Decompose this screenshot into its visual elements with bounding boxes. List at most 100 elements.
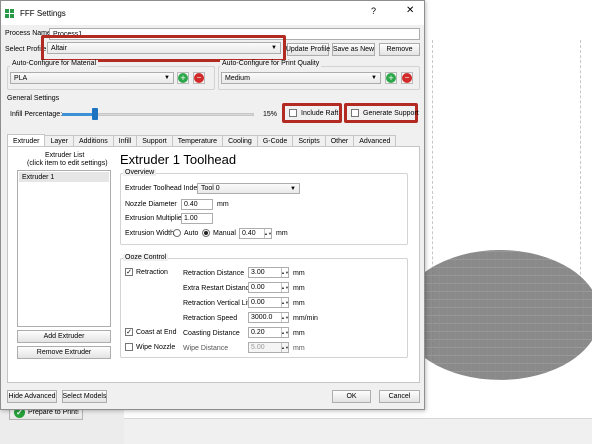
retraction-speed-input[interactable]: 3000.0 ▲▼: [248, 312, 289, 323]
extrusion-multiplier-value: 1.00: [184, 215, 198, 222]
nozzle-diameter-unit: mm: [217, 201, 229, 208]
extrusion-width-input[interactable]: 0.40 ▲▼: [239, 228, 272, 239]
wipe-nozzle-checkbox[interactable]: Wipe Nozzle: [125, 343, 175, 351]
plus-icon: +: [178, 73, 188, 83]
dialog-titlebar: FFF Settings ? ✕: [1, 1, 424, 25]
toolhead-heading: Extruder 1 Toolhead: [120, 152, 237, 167]
spinner-arrows-icon[interactable]: ▲▼: [281, 283, 289, 292]
wipe-distance-label: Wipe Distance: [183, 345, 229, 352]
add-material-button[interactable]: +: [177, 72, 189, 84]
spinner-arrows-icon[interactable]: ▲▼: [281, 313, 289, 322]
status-bar: [124, 418, 592, 444]
extrusion-width-auto-label: Auto: [184, 229, 199, 237]
wipe-distance-unit: mm: [293, 345, 305, 352]
chevron-down-icon: ▼: [290, 185, 296, 192]
extrusion-multiplier-label: Extrusion Multiplier: [125, 215, 185, 222]
add-extruder-button[interactable]: Add Extruder: [17, 330, 111, 343]
select-profile-dropdown[interactable]: Altair ▼: [47, 42, 281, 54]
vertical-lift-label: Retraction Vertical Lift: [183, 300, 252, 307]
remove-profile-button[interactable]: Remove: [379, 43, 420, 56]
select-models-button[interactable]: Select Models: [62, 390, 107, 403]
checkbox-icon: [125, 343, 133, 351]
wipe-distance-input: 5.00 ▲▼: [248, 342, 289, 353]
ok-button[interactable]: OK: [332, 390, 371, 403]
save-as-new-button[interactable]: Save as New: [332, 43, 375, 56]
retraction-label: Retraction: [136, 268, 168, 276]
extrusion-width-unit: mm: [276, 230, 288, 237]
coasting-distance-label: Coasting Distance: [183, 330, 240, 337]
retraction-distance-value: 3.00: [251, 269, 265, 276]
close-icon[interactable]: ✕: [406, 5, 414, 16]
spinner-arrows-icon[interactable]: ▲▼: [281, 328, 289, 337]
extrusion-width-manual-radio[interactable]: Manual: [202, 229, 236, 237]
infill-slider-handle[interactable]: [92, 108, 98, 120]
list-item[interactable]: Extruder 1: [19, 172, 109, 182]
vertical-lift-value: 0.00: [251, 299, 265, 306]
hide-advanced-button[interactable]: Hide Advanced: [7, 390, 57, 403]
nozzle-diameter-value: 0.40: [184, 201, 198, 208]
retraction-speed-label: Retraction Speed: [183, 315, 238, 322]
toolhead-index-label: Extruder Toolhead Index: [125, 185, 201, 192]
nozzle-diameter-input[interactable]: 0.40: [181, 199, 213, 210]
spinner-arrows-icon[interactable]: ▲▼: [281, 298, 289, 307]
coast-at-end-checkbox[interactable]: ✓ Coast at End: [125, 328, 176, 336]
chevron-down-icon: ▼: [164, 75, 170, 81]
quality-dropdown[interactable]: Medium ▼: [221, 72, 381, 84]
extrusion-width-auto-radio[interactable]: Auto: [173, 229, 198, 237]
overview-title: Overview: [123, 169, 157, 176]
remove-quality-button[interactable]: −: [401, 72, 413, 84]
general-settings-title: General Settings: [7, 95, 60, 102]
retraction-distance-input[interactable]: 3.00 ▲▼: [248, 267, 289, 278]
print-bed-grid: [400, 250, 592, 380]
vertical-lift-input[interactable]: 0.00 ▲▼: [248, 297, 289, 308]
extrusion-multiplier-input[interactable]: 1.00: [181, 213, 213, 224]
checkbox-icon: [289, 109, 297, 117]
extrusion-width-label: Extrusion Width: [125, 230, 175, 237]
include-raft-label: Include Raft: [301, 109, 339, 117]
checkbox-checked-icon: ✓: [125, 268, 133, 276]
select-profile-value: Altair: [51, 44, 67, 52]
toolhead-index-dropdown[interactable]: Tool 0 ▼: [197, 183, 300, 194]
coasting-distance-input[interactable]: 0.20 ▲▼: [248, 327, 289, 338]
plus-icon: +: [386, 73, 396, 83]
fff-settings-dialog: FFF Settings ? ✕ Process Name Process1 S…: [0, 0, 425, 410]
quality-value: Medium: [225, 74, 250, 82]
retraction-checkbox[interactable]: ✓ Retraction: [125, 268, 168, 276]
material-group-title: Auto-Configure for Material: [10, 60, 99, 67]
remove-material-button[interactable]: −: [193, 72, 205, 84]
generate-support-checkbox[interactable]: Generate Support: [351, 109, 419, 117]
extrusion-width-value: 0.40: [242, 230, 256, 237]
coast-at-end-label: Coast at End: [136, 328, 177, 336]
extrusion-width-manual-label: Manual: [213, 229, 236, 237]
extruder-list[interactable]: Extruder 1: [17, 170, 111, 327]
retraction-distance-label: Retraction Distance: [183, 270, 245, 277]
extra-restart-distance-input[interactable]: 0.00 ▲▼: [248, 282, 289, 293]
material-dropdown[interactable]: PLA ▼: [10, 72, 174, 84]
add-quality-button[interactable]: +: [385, 72, 397, 84]
update-profile-button[interactable]: Update Profile: [286, 43, 330, 56]
nozzle-diameter-label: Nozzle Diameter: [125, 201, 177, 208]
spinner-arrows-icon[interactable]: ▲▼: [264, 229, 272, 238]
infill-percentage-value: 15%: [263, 111, 278, 118]
radio-icon: [173, 229, 181, 237]
material-value: PLA: [14, 74, 28, 82]
toolhead-index-value: Tool 0: [201, 185, 220, 192]
coasting-distance-value: 0.20: [251, 329, 265, 336]
app-icon: [5, 8, 14, 18]
extruder-list-header: Extruder List: [45, 152, 85, 159]
chevron-down-icon: ▼: [271, 45, 277, 51]
infill-slider-fill: [62, 113, 94, 116]
chevron-down-icon: ▼: [371, 75, 377, 81]
remove-extruder-button[interactable]: Remove Extruder: [17, 346, 111, 359]
checkbox-checked-icon: ✓: [125, 328, 133, 336]
include-raft-checkbox[interactable]: Include Raft: [289, 109, 338, 117]
spinner-arrows-icon[interactable]: ▲▼: [281, 268, 289, 277]
coasting-distance-unit: mm: [293, 330, 305, 337]
extra-restart-distance-label: Extra Restart Distance: [183, 285, 254, 292]
extruder-list-hint: (click item to edit settings): [27, 160, 108, 167]
spinner-arrows-icon: ▲▼: [281, 343, 289, 352]
minus-icon: −: [194, 73, 204, 83]
vertical-lift-unit: mm: [293, 300, 305, 307]
help-icon[interactable]: ?: [371, 6, 376, 16]
cancel-button[interactable]: Cancel: [379, 390, 420, 403]
